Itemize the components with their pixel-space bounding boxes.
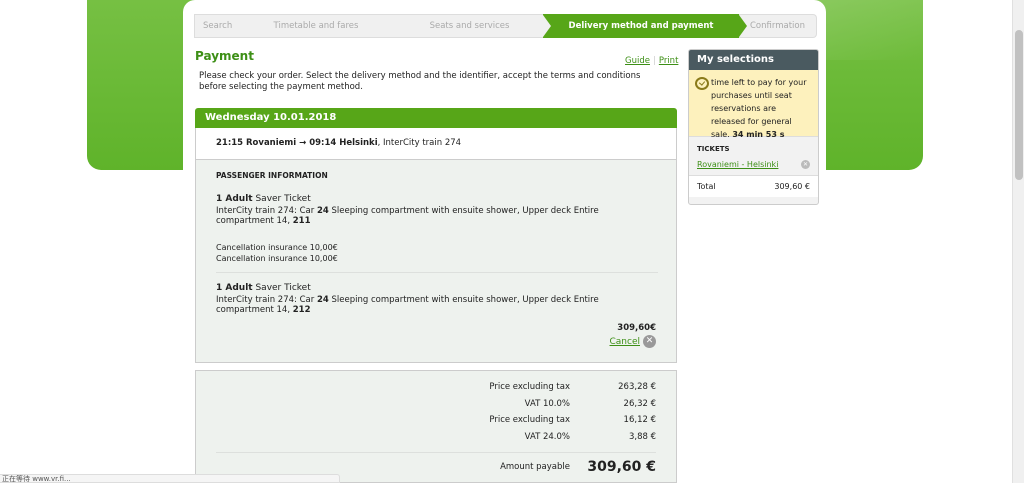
- remove-icon[interactable]: ✕: [801, 160, 810, 169]
- amount-value: 309,60 €: [587, 459, 656, 475]
- guide-link[interactable]: Guide: [625, 56, 650, 66]
- page-scrollbar[interactable]: [1012, 0, 1024, 483]
- route-times: 21:15 Rovaniemi → 09:14 Helsinki: [216, 138, 378, 148]
- step-search[interactable]: Search: [194, 14, 244, 38]
- step-confirmation: Confirmation: [739, 14, 817, 38]
- my-selections-panel: My selections time left to pay for your …: [688, 49, 819, 205]
- price-summary: Price excluding tax 263,28 € VAT 10.0% 26,…: [195, 370, 677, 483]
- scrollbar-thumb[interactable]: [1015, 30, 1023, 180]
- price-row: Price excluding tax 16,12 €: [489, 415, 656, 425]
- amount-label: Amount payable: [500, 462, 570, 472]
- cancel-link[interactable]: Cancel: [610, 337, 641, 347]
- browser-status-bar: 正在等待 www.vr.fi...: [0, 474, 340, 483]
- journey-total: 309,60€: [617, 323, 656, 333]
- price-row: VAT 24.0% 3,88 €: [524, 431, 656, 442]
- step-timetable[interactable]: Timetable and fares: [236, 14, 404, 38]
- route-row: 21:15 Rovaniemi → 09:14 Helsinki, InterC…: [195, 128, 677, 160]
- clock-icon: [695, 77, 709, 90]
- panel-total: Total 309,60 €: [689, 175, 818, 197]
- timer-value: 34 min 53 s: [732, 130, 785, 139]
- insurance-line: Cancellation insurance 10,00€: [216, 243, 338, 252]
- ticket-item: 1 Adult Saver Ticket InterCity train 274…: [216, 194, 656, 264]
- ticket-link[interactable]: Rovaniemi - Helsinki: [697, 160, 778, 169]
- progress-steps: Search Timetable and fares Seats and ser…: [194, 14, 817, 38]
- passenger-info-title: PASSENGER INFORMATION: [216, 171, 328, 180]
- amount-payable-row: Amount payable 309,60 €: [216, 459, 656, 475]
- intro-text: Please check your order. Select the deli…: [199, 71, 641, 92]
- selected-ticket: Rovaniemi - Helsinki ✕: [689, 157, 818, 175]
- price-row: Price excluding tax 263,28 €: [489, 382, 656, 392]
- journey-date: Wednesday 10.01.2018: [195, 108, 677, 128]
- route-train: , InterCity train 274: [377, 138, 462, 148]
- close-icon[interactable]: ✕: [643, 335, 656, 348]
- page-title: Payment: [195, 49, 254, 63]
- help-links: Guide | Print: [625, 56, 679, 66]
- print-link[interactable]: Print: [659, 56, 679, 66]
- step-delivery-payment: Delivery method and payment: [543, 14, 747, 38]
- divider: [216, 272, 658, 273]
- timer-box: time left to pay for your purchases unti…: [689, 70, 818, 139]
- ticket-item: 1 Adult Saver Ticket InterCity train 274…: [216, 283, 599, 315]
- panel-title: My selections: [689, 50, 818, 70]
- passenger-info: PASSENGER INFORMATION 1 Adult Saver Tick…: [195, 160, 677, 363]
- insurance-line: Cancellation insurance 10,00€: [216, 254, 338, 263]
- price-row: VAT 10.0% 26,32 €: [524, 398, 656, 409]
- divider: [216, 452, 656, 453]
- step-seats[interactable]: Seats and services: [396, 14, 551, 38]
